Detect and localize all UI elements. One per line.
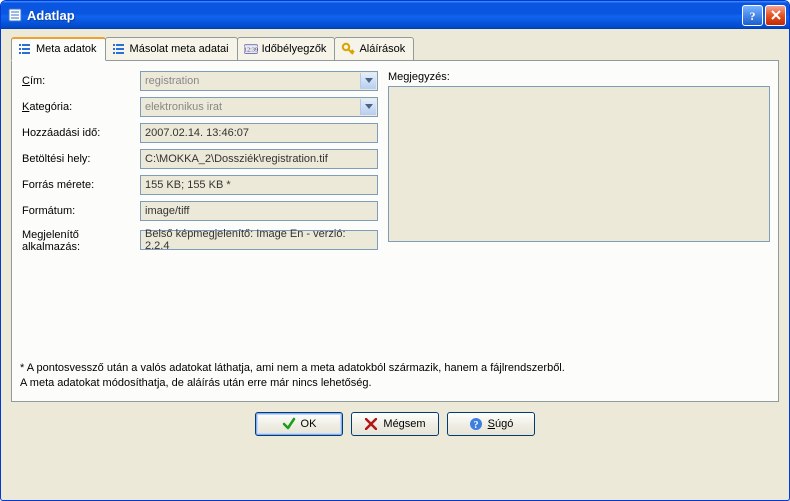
close-button[interactable]: [765, 5, 786, 26]
betoltesi-value: C:\MOKKA_2\Dossziék\registration.tif: [145, 153, 328, 165]
button-bar: OK Mégsem ? Súgó: [4, 402, 786, 436]
formatum-value: image/tiff: [145, 205, 189, 217]
cim-combo[interactable]: registration: [140, 71, 378, 91]
megjegyzes-textarea[interactable]: [388, 86, 770, 242]
svg-text:12:39: 12:39: [244, 47, 258, 53]
x-icon: [364, 417, 378, 431]
app-icon: [7, 7, 23, 23]
svg-text:?: ?: [750, 9, 756, 22]
cancel-button[interactable]: Mégsem: [351, 412, 439, 436]
forras-field: 155 KB; 155 KB *: [140, 175, 378, 195]
content-area: Meta adatok Másolat meta adatai 12:39 Id…: [4, 29, 786, 497]
cancel-label: Mégsem: [383, 418, 425, 430]
tab-label: Másolat meta adatai: [130, 43, 229, 55]
chevron-down-icon[interactable]: [360, 73, 376, 89]
ok-button[interactable]: OK: [255, 412, 343, 436]
label-betoltesi: Betöltési hely:: [20, 153, 140, 165]
footnote-line2: A meta adatokat módosíthatja, de aláírás…: [20, 376, 770, 391]
window-title: Adatlap: [27, 8, 742, 23]
left-column: Cím: registration Kategória: elektroniku…: [20, 71, 378, 259]
titlebar-buttons: ?: [742, 5, 786, 26]
timestamp-icon: 12:39: [244, 42, 258, 56]
tab-masolat-meta-adatai[interactable]: Másolat meta adatai: [105, 37, 238, 61]
key-icon: [341, 42, 355, 56]
ok-label: OK: [301, 418, 317, 430]
megjelenito-value: Belső képmegjelenítő: Image En - verzió:…: [145, 228, 373, 252]
form-area: Cím: registration Kategória: elektroniku…: [20, 71, 770, 259]
chevron-down-icon[interactable]: [360, 99, 376, 115]
kategoria-value: elektronikus irat: [145, 101, 222, 113]
svg-text:?: ?: [473, 420, 478, 431]
list-icon: [18, 42, 32, 56]
tab-meta-adatok[interactable]: Meta adatok: [11, 37, 106, 61]
tab-label: Időbélyegzők: [262, 43, 327, 55]
help-label: Súgó: [488, 418, 514, 430]
label-megjelenito: Megjelenítő alkalmazás:: [20, 227, 140, 253]
formatum-field: image/tiff: [140, 201, 378, 221]
hozzaadasi-value: 2007.02.14. 13:46:07: [145, 127, 249, 139]
hozzaadasi-field: 2007.02.14. 13:46:07: [140, 123, 378, 143]
help-icon: ?: [469, 417, 483, 431]
dialog-window: Adatlap ? Meta adatok Másolat meta ada: [0, 0, 790, 501]
tab-idobelyegzok[interactable]: 12:39 Időbélyegzők: [237, 37, 336, 61]
check-icon: [282, 417, 296, 431]
list-icon: [112, 42, 126, 56]
label-forras: Forrás mérete:: [20, 179, 140, 191]
label-cim: Cím:: [20, 75, 140, 87]
tab-label: Meta adatok: [36, 43, 97, 55]
label-megjegyzes: Megjegyzés:: [388, 71, 770, 83]
tab-label: Aláírások: [359, 43, 405, 55]
forras-value: 155 KB; 155 KB *: [145, 179, 231, 191]
label-hozzaadasi: Hozzáadási idő:: [20, 127, 140, 139]
tab-alairasok[interactable]: Aláírások: [334, 37, 414, 61]
right-column: Megjegyzés:: [388, 71, 770, 259]
betoltesi-field: C:\MOKKA_2\Dossziék\registration.tif: [140, 149, 378, 169]
kategoria-combo[interactable]: elektronikus irat: [140, 97, 378, 117]
tab-panel: Cím: registration Kategória: elektroniku…: [11, 60, 779, 402]
help-button[interactable]: ? Súgó: [447, 412, 535, 436]
footnote: * A pontosvessző után a valós adatokat l…: [20, 361, 770, 391]
footnote-line1: * A pontosvessző után a valós adatokat l…: [20, 361, 770, 376]
tab-bar: Meta adatok Másolat meta adatai 12:39 Id…: [11, 37, 786, 61]
help-button[interactable]: ?: [742, 5, 763, 26]
titlebar: Adatlap ?: [1, 1, 789, 29]
megjelenito-field: Belső képmegjelenítő: Image En - verzió:…: [140, 230, 378, 250]
label-kategoria: Kategória:: [20, 101, 140, 113]
label-formatum: Formátum:: [20, 205, 140, 217]
cim-value: registration: [145, 75, 199, 87]
